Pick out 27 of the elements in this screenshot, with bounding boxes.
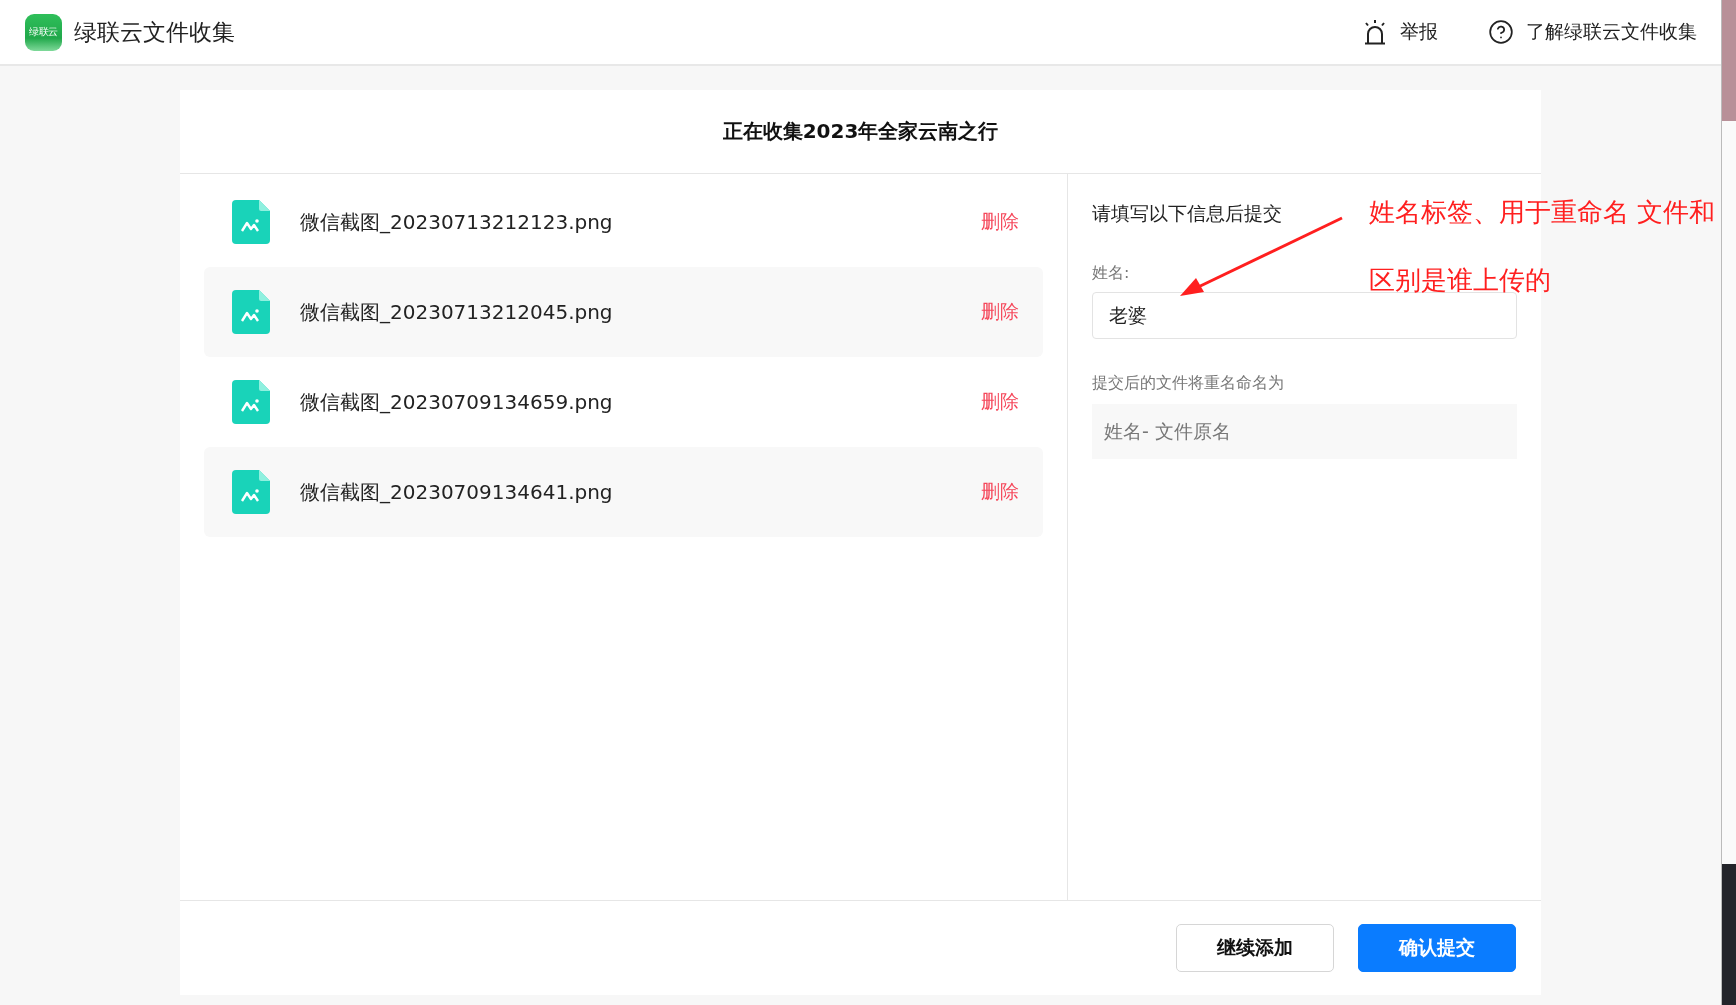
add-more-button[interactable]: 继续添加 [1176, 924, 1334, 972]
app-title: 绿联云文件收集 [74, 17, 235, 47]
name-input[interactable]: 老婆 [1092, 292, 1517, 339]
collection-title: 正在收集2023年全家云南之行 [180, 90, 1541, 174]
rename-label: 提交后的文件将重名命名为 [1092, 373, 1284, 394]
submit-button[interactable]: 确认提交 [1358, 924, 1516, 972]
form-heading: 请填写以下信息后提交 [1092, 201, 1282, 226]
file-name: 微信截图_20230709134659.png [300, 388, 614, 416]
image-file-icon [232, 200, 270, 244]
app-logo: 绿联云 [25, 13, 62, 51]
annotation-text: 姓名标签、用于重命名 文件和 [1369, 196, 1716, 229]
file-name: 微信截图_20230709134641.png [300, 478, 614, 506]
help-icon [1488, 19, 1514, 45]
delete-link[interactable]: 删除 [981, 389, 1019, 415]
help-link[interactable]: 了解绿联云文件收集 [1488, 19, 1697, 45]
image-file-icon [232, 470, 270, 514]
report-link[interactable]: 举报 [1362, 19, 1438, 45]
file-name: 微信截图_20230713212045.png [300, 298, 614, 326]
rename-preview-field: 姓名- 文件原名 [1092, 404, 1517, 459]
name-label: 姓名: [1092, 263, 1130, 284]
delete-link[interactable]: 删除 [981, 209, 1019, 235]
image-file-icon [232, 380, 270, 424]
image-file-icon [232, 290, 270, 334]
file-name: 微信截图_20230713212123.png [300, 208, 614, 236]
alarm-light-icon [1362, 19, 1388, 45]
delete-link[interactable]: 删除 [981, 299, 1019, 325]
delete-link[interactable]: 删除 [981, 479, 1019, 505]
